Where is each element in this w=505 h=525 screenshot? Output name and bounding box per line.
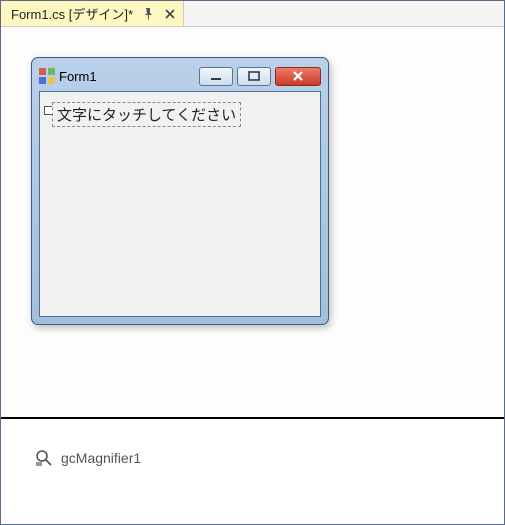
document-tab-form1[interactable]: Form1.cs [デザイン]* xyxy=(1,1,184,26)
document-tab-strip: Form1.cs [デザイン]* xyxy=(1,1,504,27)
pin-icon[interactable] xyxy=(141,7,155,21)
form-title: Form1 xyxy=(59,69,97,84)
form-titlebar[interactable]: Form1 xyxy=(39,65,321,87)
maximize-button[interactable] xyxy=(237,67,271,86)
document-tab-label: Form1.cs [デザイン]* xyxy=(11,4,133,23)
form-window[interactable]: Form1 文字にタッチしてください xyxy=(31,57,329,325)
form-client-area[interactable]: 文字にタッチしてください xyxy=(39,91,321,317)
component-label: gcMagnifier1 xyxy=(61,450,141,466)
designer-surface[interactable]: Form1 文字にタッチしてください xyxy=(1,27,504,417)
minimize-button[interactable] xyxy=(199,67,233,86)
component-tray[interactable]: gcMagnifier1 xyxy=(1,419,504,524)
component-gcmagnifier1[interactable]: gcMagnifier1 xyxy=(35,449,141,467)
magnifier-icon xyxy=(35,449,53,467)
form-label[interactable]: 文字にタッチしてください xyxy=(52,102,241,127)
close-icon[interactable] xyxy=(163,7,177,21)
app-icon xyxy=(39,68,55,84)
close-button[interactable] xyxy=(275,67,321,86)
